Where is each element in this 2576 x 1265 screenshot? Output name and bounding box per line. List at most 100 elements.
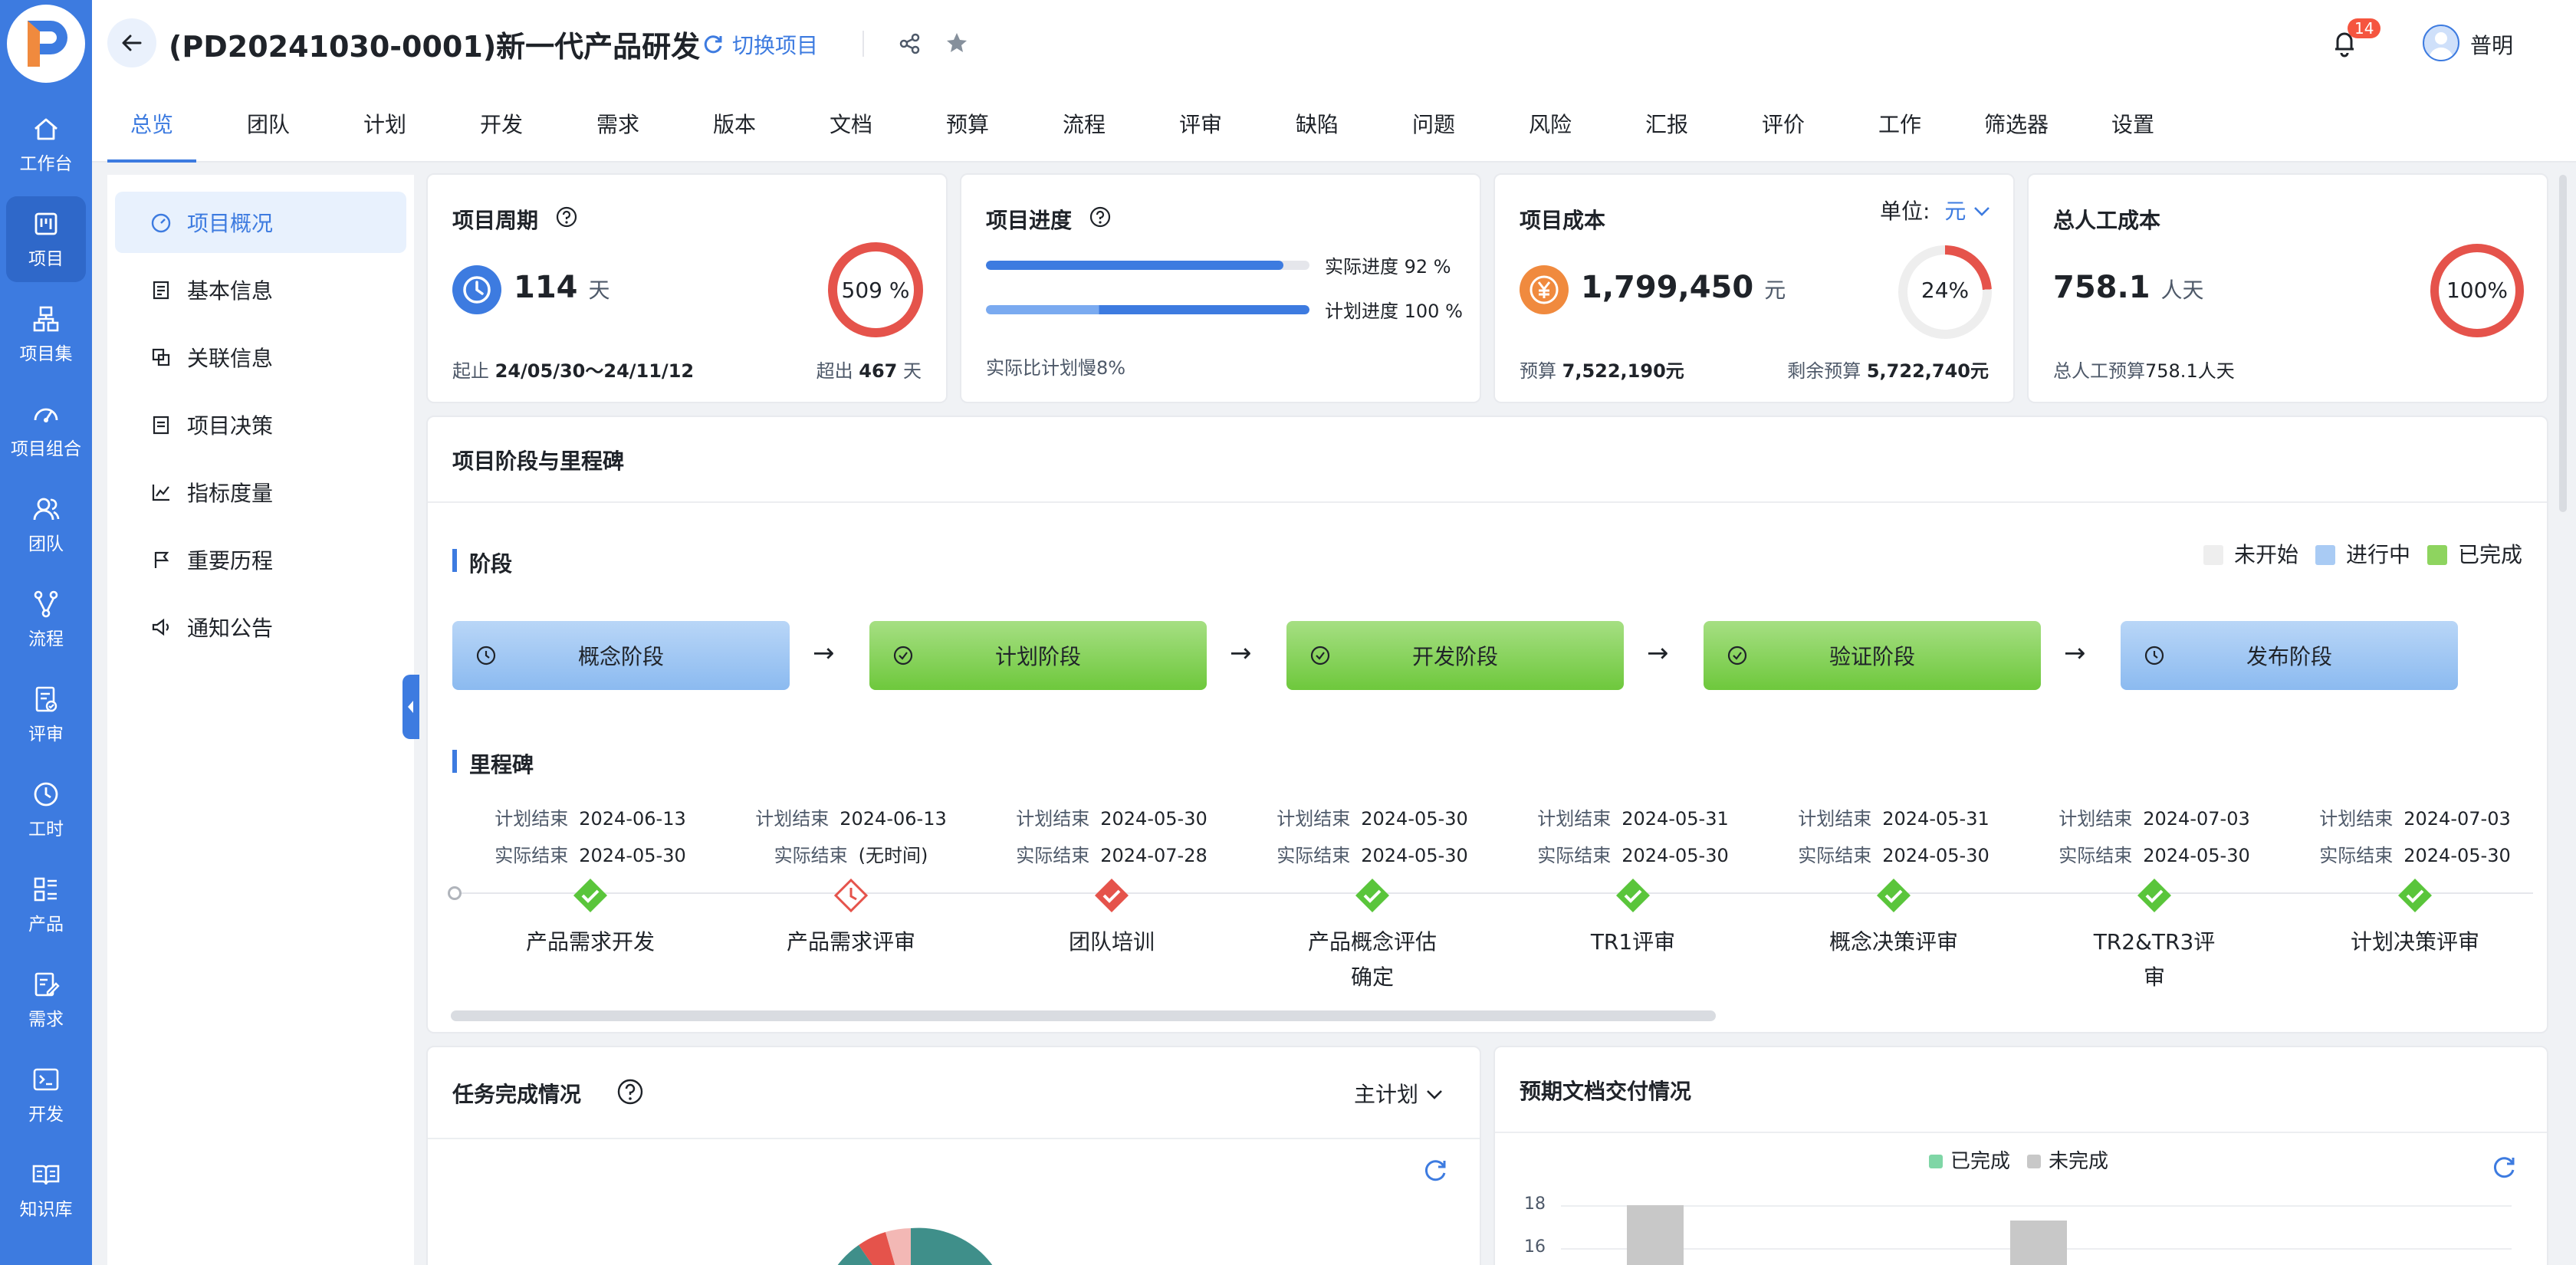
switch-project-button[interactable]: 切换项目: [702, 29, 818, 60]
doc-delivery-title: 预期文档交付情况: [1520, 1079, 1692, 1104]
tab-17[interactable]: 设置: [2088, 86, 2177, 163]
rail-item-10[interactable]: 开发: [6, 1052, 86, 1138]
rail-item-4[interactable]: 团队: [6, 481, 86, 567]
bar-undone-2: [2010, 1221, 2067, 1265]
sidenav-item-6[interactable]: 通知公告: [115, 596, 406, 658]
tab-0[interactable]: 总览: [107, 86, 196, 163]
vertical-scrollbar[interactable]: [2559, 175, 2567, 512]
help-icon[interactable]: [555, 205, 578, 228]
stage-4[interactable]: 发布阶段: [2121, 621, 2458, 690]
tab-14[interactable]: 评价: [1739, 86, 1828, 163]
period-over-value: 467: [859, 360, 898, 382]
tab-5[interactable]: 版本: [690, 86, 779, 163]
milestone-7[interactable]: 计划结束 2024-07-03 实际结束 2024-05-30 计划决策评审: [2285, 802, 2545, 960]
book-icon: [32, 1165, 60, 1185]
tab-6[interactable]: 文档: [807, 86, 895, 163]
cost-ring-text: 24%: [1921, 278, 1970, 303]
stage-name: 概念阶段: [577, 644, 664, 669]
sidenav-item-2[interactable]: 关联信息: [115, 327, 406, 388]
stage-3[interactable]: 验证阶段: [1704, 621, 2041, 690]
rail-item-3[interactable]: 项目组合: [6, 386, 86, 472]
tab-13[interactable]: 汇报: [1622, 86, 1711, 163]
tab-7[interactable]: 预算: [923, 86, 1012, 163]
rail-item-label: 团队: [28, 534, 64, 554]
tab-8[interactable]: 流程: [1040, 86, 1129, 163]
tab-11[interactable]: 问题: [1389, 86, 1478, 163]
sidenav-item-label: 关联信息: [187, 346, 274, 371]
stage-1[interactable]: 计划阶段: [869, 621, 1207, 690]
cost-unit-select[interactable]: 单位: 元: [1880, 195, 1991, 225]
sidenav-item-5[interactable]: 重要历程: [115, 529, 406, 590]
refresh-icon[interactable]: [1423, 1158, 1449, 1184]
rail-item-0[interactable]: 工作台: [6, 101, 86, 187]
help-icon[interactable]: [616, 1078, 644, 1106]
late-diamond-icon: [1095, 879, 1129, 912]
milestone-1[interactable]: 计划结束 2024-06-13 实际结束 (无时间) 产品需求评审: [721, 802, 981, 960]
dashboard-icon: [151, 213, 171, 233]
doc-delivery-card: 预期文档交付情况 已完成 未完成 18 16: [1493, 1046, 2548, 1265]
sidenav-item-4[interactable]: 指标度量: [115, 462, 406, 523]
stage-2[interactable]: 开发阶段: [1286, 621, 1624, 690]
sidenav-item-0[interactable]: 项目概况: [115, 192, 406, 253]
app-logo[interactable]: [7, 5, 85, 83]
milestone-4[interactable]: 计划结束 2024-05-31 实际结束 2024-05-30 TR1评审: [1503, 802, 1763, 960]
notification-button[interactable]: 14: [2331, 18, 2381, 58]
back-button[interactable]: [107, 18, 156, 67]
sidenav-item-3[interactable]: 项目决策: [115, 394, 406, 455]
tab-2[interactable]: 计划: [340, 86, 429, 163]
rail-item-11[interactable]: 知识库: [6, 1147, 86, 1233]
check-diamond-icon: [1877, 879, 1911, 912]
rail-item-8[interactable]: 产品: [6, 862, 86, 948]
arrow-left-icon: [122, 34, 142, 51]
rail-item-5[interactable]: 流程: [6, 577, 86, 662]
header-divider: [863, 31, 864, 57]
milestone-6[interactable]: 计划结束 2024-07-03 实际结束 2024-05-30 TR2&TR3评审: [2024, 802, 2285, 995]
stage-name: 验证阶段: [1829, 644, 1915, 669]
tab-9[interactable]: 评审: [1156, 86, 1245, 163]
avatar[interactable]: [2423, 25, 2459, 61]
milestone-3[interactable]: 计划结束 2024-05-30 实际结束 2024-05-30 产品概念评估确定: [1242, 802, 1503, 995]
collapse-sidenav-button[interactable]: [402, 675, 419, 739]
rail-item-2[interactable]: 项目集: [6, 291, 86, 377]
line-chart-icon: [152, 485, 169, 501]
milestone-0[interactable]: 计划结束 2024-06-13 实际结束 2024-05-30 产品需求开发: [460, 802, 721, 960]
share-icon[interactable]: [899, 32, 922, 55]
tab-4[interactable]: 需求: [573, 86, 662, 163]
legend-item-1: 进行中: [2315, 542, 2410, 567]
rail-item-9[interactable]: 需求: [6, 957, 86, 1043]
labor-unit: 人天: [2160, 278, 2204, 303]
rail-item-label: 项目组合: [11, 439, 81, 459]
flow-icon: [34, 590, 58, 618]
progress-title: 项目进度: [986, 208, 1073, 233]
clock-icon: [34, 782, 58, 807]
milestone-actual: 实际结束 2024-07-28: [1016, 845, 1208, 866]
megaphone-icon: [152, 618, 169, 636]
flag-icon: [154, 551, 169, 568]
rail-item-6[interactable]: 评审: [6, 672, 86, 757]
horizontal-scrollbar[interactable]: [451, 1010, 1716, 1021]
rail-item-label: 流程: [28, 629, 64, 649]
milestone-5[interactable]: 计划结束 2024-05-31 实际结束 2024-05-30 概念决策评审: [1763, 802, 2024, 960]
tab-3[interactable]: 开发: [457, 86, 546, 163]
rail-item-1[interactable]: 项目: [6, 196, 86, 282]
legend-item-2: 已完成: [2426, 542, 2522, 567]
milestone-plan: 计划结束 2024-05-30: [1016, 808, 1208, 830]
help-icon[interactable]: [1089, 205, 1112, 228]
tab-15[interactable]: 工作: [1855, 86, 1944, 163]
task-completion-title: 任务完成情况: [452, 1082, 582, 1107]
sidenav-item-1[interactable]: 基本信息: [115, 259, 406, 320]
plan-selector[interactable]: 主计划: [1354, 1078, 1444, 1109]
sidenav-item-label: 项目决策: [187, 413, 274, 439]
tab-16[interactable]: 筛选器: [1972, 86, 2061, 163]
milestone-name: 产品需求开发: [525, 929, 655, 955]
tab-10[interactable]: 缺陷: [1273, 86, 1362, 163]
tab-12[interactable]: 风险: [1506, 86, 1595, 163]
tab-1[interactable]: 团队: [224, 86, 313, 163]
user-name[interactable]: 普明: [2470, 29, 2513, 60]
rail-item-7[interactable]: 工时: [6, 767, 86, 853]
star-icon[interactable]: [945, 31, 969, 55]
stage-0[interactable]: 概念阶段: [452, 621, 790, 690]
period-ring-text: 509 %: [841, 278, 910, 303]
refresh-icon[interactable]: [2492, 1155, 2518, 1181]
milestone-2[interactable]: 计划结束 2024-05-30 实际结束 2024-07-28 团队培训: [981, 802, 1242, 960]
